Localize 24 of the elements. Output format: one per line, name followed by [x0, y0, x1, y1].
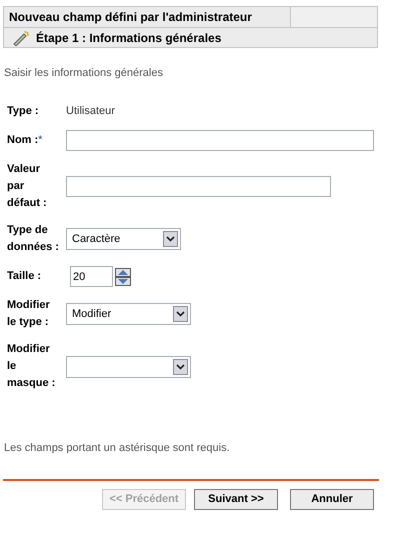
required-note: Les champs portant un astérisque sont requis.	[4, 441, 231, 456]
cancel-button[interactable]: Annuler	[290, 488, 374, 510]
field-label: Modifier le masque :	[7, 343, 56, 389]
field-label: Type de données :	[7, 224, 59, 253]
text-field[interactable]	[66, 130, 374, 151]
field-value: Utilisateur	[66, 104, 115, 120]
chevron-down-icon[interactable]	[173, 358, 188, 374]
field-label: Taille :	[7, 270, 42, 282]
dropdown[interactable]: Modifier	[66, 303, 191, 325]
field-label: Type :	[7, 105, 39, 117]
next-button[interactable]: Suivant >>	[194, 488, 278, 510]
chevron-down-icon[interactable]	[173, 306, 188, 322]
number-field[interactable]: 20	[70, 266, 113, 287]
text-field[interactable]	[66, 176, 331, 197]
field-label: Nom :	[7, 134, 38, 146]
field-label: Modifier le type :	[7, 299, 50, 328]
spinner-arrows-icon[interactable]	[115, 268, 131, 286]
wand-icon	[12, 30, 30, 46]
dropdown[interactable]: Caractère	[66, 228, 181, 250]
field-label: Valeur par défaut :	[7, 163, 47, 209]
instructions-text: Saisir les informations générales	[4, 66, 164, 81]
chevron-down-icon[interactable]	[163, 231, 178, 247]
step-title: Étape 1 : Informations générales	[36, 30, 222, 46]
required-mark: *	[38, 134, 42, 146]
